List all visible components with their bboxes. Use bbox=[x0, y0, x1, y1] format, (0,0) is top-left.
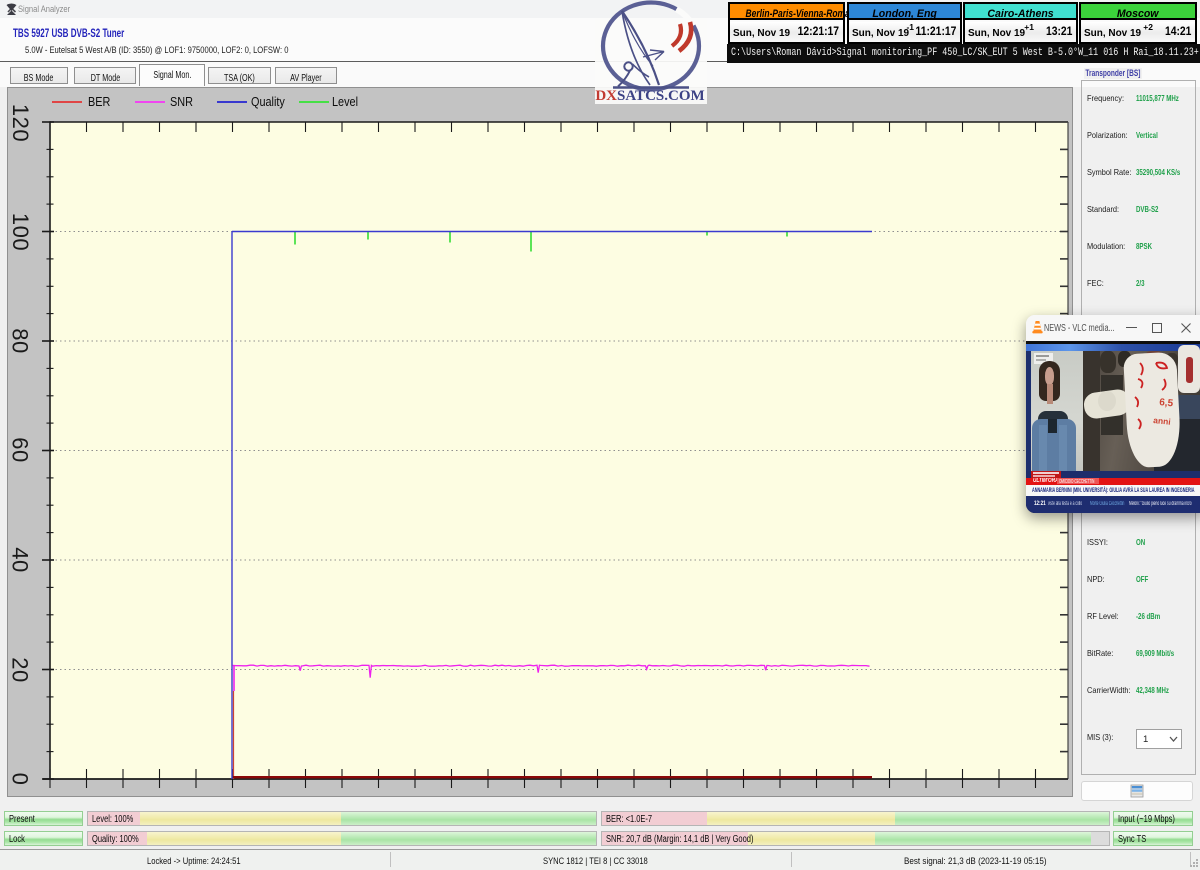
svg-text:6,5: 6,5 bbox=[1159, 397, 1174, 409]
svg-text:DXSATCS.COM: DXSATCS.COM bbox=[595, 88, 704, 104]
svg-text:anni: anni bbox=[1153, 415, 1171, 427]
